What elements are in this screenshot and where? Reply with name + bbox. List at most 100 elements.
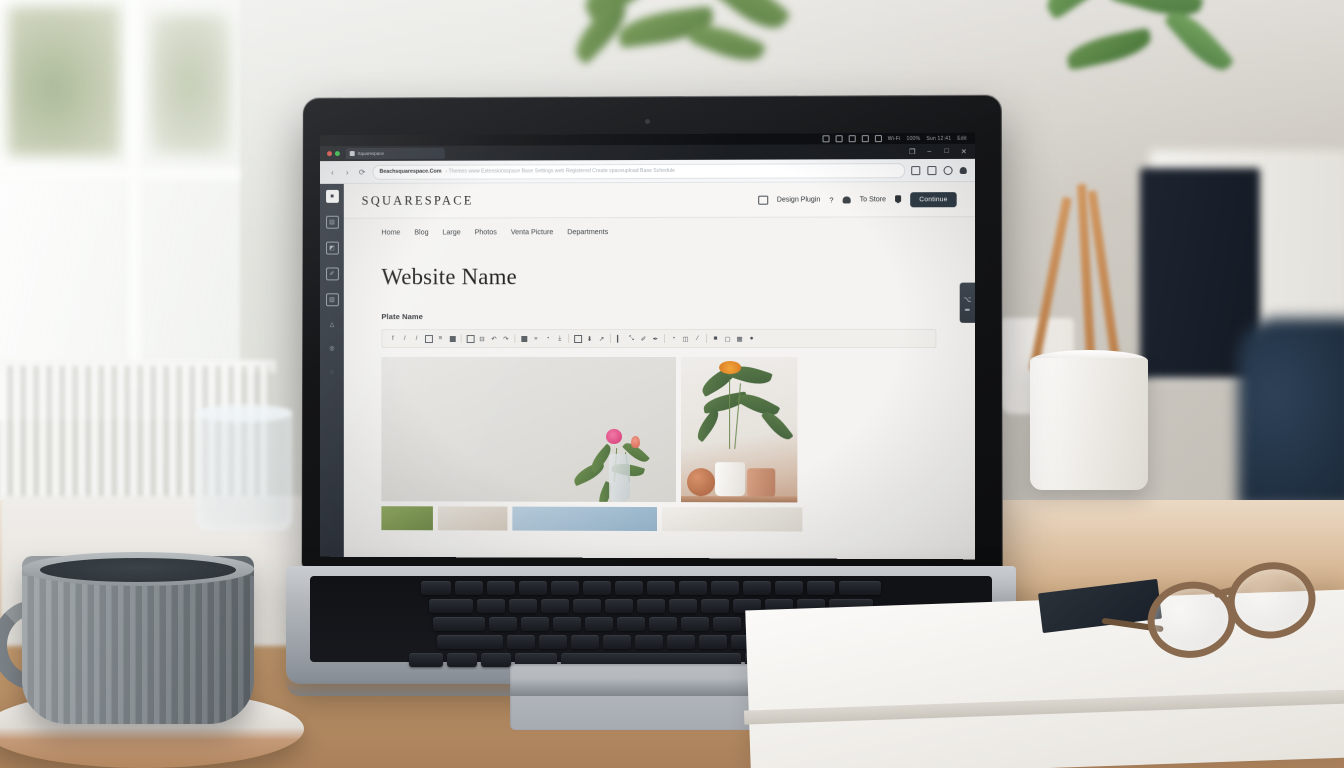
- layout-icon[interactable]: [572, 333, 583, 345]
- address-suggestion: › Themes www Extensionsspace Base Settin…: [445, 167, 675, 175]
- divider-icon[interactable]: ▎: [614, 333, 625, 345]
- media-grid-row-1: [381, 356, 936, 503]
- fill-icon[interactable]: ■: [710, 332, 721, 344]
- rail-item-edit[interactable]: ✐: [325, 267, 339, 281]
- laptop-screen: Wi-Fi 100% Sun 12:41 Edit Squarespace ❐ …: [320, 132, 975, 560]
- menubar-icon[interactable]: [848, 135, 856, 143]
- italic-alt-icon[interactable]: /: [411, 333, 422, 345]
- marker-icon[interactable]: ✒: [650, 332, 661, 344]
- site-logo[interactable]: SQUARESPACE: [362, 193, 474, 208]
- image-icon[interactable]: [465, 333, 476, 345]
- continue-button[interactable]: Continue: [910, 191, 957, 207]
- side-panel-tab[interactable]: ⌥: [959, 282, 975, 323]
- media-grid-row-2: [381, 506, 936, 532]
- menubar-icon[interactable]: [861, 135, 869, 143]
- columns-icon[interactable]: ◫: [680, 332, 691, 344]
- profile-icon[interactable]: [959, 166, 967, 174]
- menubar-icon[interactable]: [822, 135, 830, 143]
- block-icon[interactable]: [423, 333, 434, 345]
- address-input[interactable]: Beachsquarespace.Com › Themes www Extens…: [372, 162, 906, 180]
- rail-item-settings[interactable]: ◌: [327, 367, 338, 378]
- undo-icon[interactable]: ↶: [489, 333, 500, 345]
- design-plugin-link[interactable]: Design Plugin: [777, 196, 820, 203]
- list-icon[interactable]: ≡: [435, 333, 446, 345]
- rail-item-pages[interactable]: ▤: [325, 215, 339, 229]
- italic-icon[interactable]: /: [399, 333, 410, 345]
- dot-icon[interactable]: ●: [746, 332, 757, 344]
- back-icon[interactable]: ‹: [328, 168, 337, 177]
- history-icon[interactable]: [943, 165, 953, 175]
- green-thumb[interactable]: [381, 506, 433, 531]
- nav-item-venta-picture[interactable]: Venta Picture: [511, 227, 554, 236]
- help-icon[interactable]: ?: [829, 195, 833, 204]
- insert-icon[interactable]: ⬇: [584, 333, 595, 345]
- side-tab-glyph: ⌥: [963, 296, 972, 304]
- glasses-lens-right: [1222, 556, 1321, 645]
- page-subtitle: Plate Name: [381, 312, 423, 322]
- grid-icon[interactable]: [447, 333, 458, 345]
- link-out-icon[interactable]: ↗: [596, 333, 607, 345]
- rail-item-dashboard[interactable]: ■: [325, 189, 339, 203]
- slash-icon[interactable]: ∕: [692, 332, 703, 344]
- contrast-icon[interactable]: ◔: [668, 332, 679, 344]
- resize-icon[interactable]: ⤡: [626, 333, 637, 345]
- nav-item-home[interactable]: Home: [381, 227, 400, 236]
- zoom-dot[interactable]: [334, 151, 340, 157]
- restore-button[interactable]: ❐: [908, 148, 916, 156]
- frame-icon[interactable]: ▢: [722, 332, 733, 344]
- window-icon[interactable]: [757, 195, 768, 205]
- quote-icon[interactable]: »: [530, 333, 541, 345]
- maximize-button[interactable]: □: [943, 148, 951, 155]
- webcam: [645, 119, 650, 124]
- nav-item-photos[interactable]: Photos: [475, 227, 497, 236]
- light-thumb[interactable]: [661, 507, 803, 532]
- reload-icon[interactable]: ⟳: [358, 167, 367, 176]
- close-dot[interactable]: [327, 151, 332, 157]
- pin-icon[interactable]: [842, 195, 851, 203]
- download-icon[interactable]: ⤓: [554, 333, 565, 345]
- rail-item-design[interactable]: ◩: [325, 241, 339, 255]
- bookmark-icon[interactable]: [927, 165, 937, 175]
- menubar-battery[interactable]: 100%: [907, 135, 921, 141]
- toolbar-separator: [610, 334, 612, 344]
- menubar-edit[interactable]: Edit: [957, 135, 967, 141]
- search-icon[interactable]: [911, 165, 921, 175]
- menubar-wifi[interactable]: Wi-Fi: [888, 136, 901, 142]
- window-foliage-left: [8, 6, 120, 156]
- flag-icon[interactable]: [895, 195, 901, 203]
- left-rail: ■ ▤ ◩ ✐ ▥ △ ◎ ◌: [320, 183, 344, 557]
- blue-thumb[interactable]: [512, 506, 657, 532]
- rail-item-marketing[interactable]: ◎: [327, 343, 338, 354]
- nav-item-large[interactable]: Large: [442, 227, 460, 236]
- align-icon[interactable]: ⊟: [477, 333, 488, 345]
- minimize-button[interactable]: –: [925, 148, 933, 155]
- to-store-link[interactable]: To Store: [860, 196, 886, 203]
- redo-icon[interactable]: ↷: [500, 333, 511, 345]
- nav-item-departments[interactable]: Departments: [567, 227, 608, 236]
- toolbar-separator: [514, 334, 516, 344]
- pen-icon[interactable]: ✐: [638, 332, 649, 344]
- rail-item-commerce[interactable]: ▥: [325, 293, 339, 307]
- glass-vase: [609, 453, 631, 502]
- neutral-thumb[interactable]: [437, 506, 508, 531]
- window-controls: ❐ – □ ✕: [908, 147, 968, 156]
- rail-item-analytics[interactable]: △: [327, 319, 338, 330]
- tab-title: Squarespace: [357, 150, 384, 157]
- roses-in-vase-photo[interactable]: [381, 356, 677, 503]
- browser-tab[interactable]: Squarespace: [345, 147, 445, 160]
- menubar-icon[interactable]: [874, 135, 882, 143]
- browser-window: Wi-Fi 100% Sun 12:41 Edit Squarespace ❐ …: [320, 132, 975, 560]
- nav-item-blog[interactable]: Blog: [414, 227, 428, 236]
- forward-icon[interactable]: ›: [343, 167, 352, 176]
- traffic-lights[interactable]: [327, 151, 340, 157]
- toolbar-separator: [460, 334, 462, 344]
- format-f-icon[interactable]: f: [387, 333, 398, 345]
- page-body: Website Name Plate Name f / / ≡ ⊟ ↶ ↷ » …: [344, 243, 975, 532]
- menubar-icon[interactable]: [835, 135, 843, 143]
- potted-plants-photo[interactable]: [681, 357, 798, 503]
- close-button[interactable]: ✕: [960, 147, 968, 155]
- color-icon[interactable]: ◔: [542, 333, 553, 345]
- table-icon[interactable]: [518, 333, 529, 345]
- gallery-icon[interactable]: ▦: [734, 332, 745, 344]
- menubar-clock[interactable]: Sun 12:41: [926, 135, 951, 141]
